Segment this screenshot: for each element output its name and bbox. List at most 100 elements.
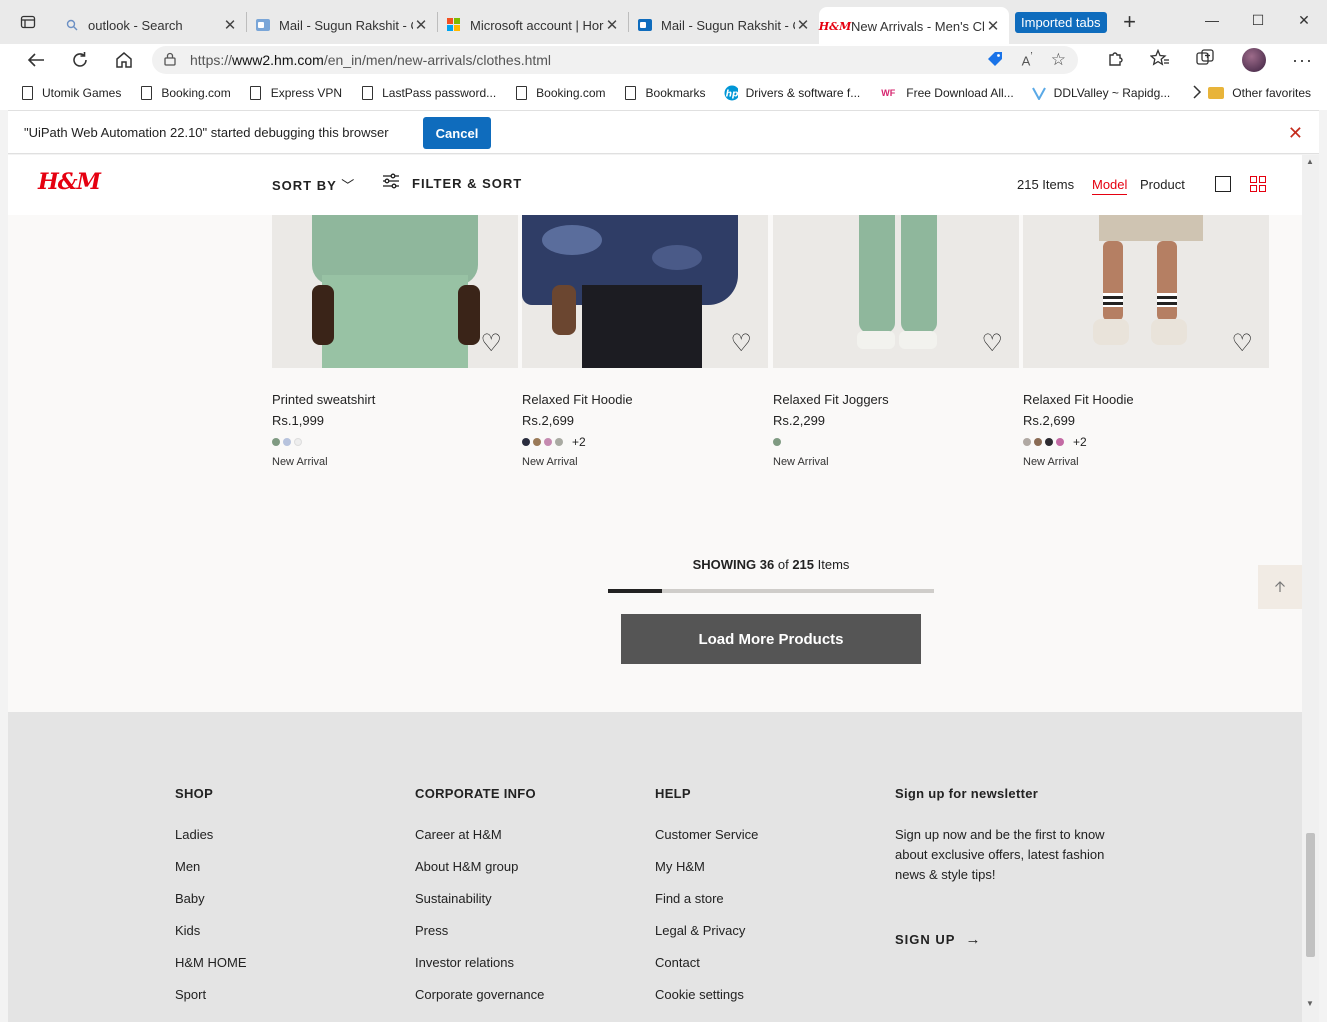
color-swatch[interactable] (773, 438, 781, 446)
profile-avatar[interactable] (1242, 48, 1267, 72)
product-image[interactable]: ♡ (522, 215, 768, 368)
color-swatch[interactable] (283, 438, 291, 446)
read-aloud-icon[interactable]: Aʼ (1022, 51, 1033, 68)
favorite-express-vpn[interactable]: Express VPN (249, 85, 342, 101)
more-menu-icon[interactable]: ··· (1292, 50, 1313, 71)
favorites-icon[interactable] (1149, 48, 1170, 72)
scroll-up-icon[interactable]: ▲ (1306, 157, 1314, 166)
footer-link[interactable]: Cookie settings (655, 987, 758, 1019)
favorite-ddlvalley[interactable]: DDLValley ~ Rapidg... (1031, 85, 1170, 101)
footer-link[interactable]: Investor relations (415, 955, 544, 987)
shopping-tag-icon[interactable] (986, 50, 1004, 71)
address-bar[interactable]: https://www2.hm.com/en_in/men/new-arriva… (152, 46, 1078, 74)
color-swatch[interactable] (522, 438, 530, 446)
tab-mail-1[interactable]: Mail - Sugun Rakshit - O ✕ (247, 8, 437, 42)
favorite-booking-1[interactable]: Booking.com (139, 85, 231, 101)
product-card[interactable]: ♡ Relaxed Fit Hoodie Rs.2,699 +2 New Arr… (522, 215, 768, 468)
product-card[interactable]: ♡ Relaxed Fit Hoodie Rs.2,699 +2 New Arr… (1023, 215, 1269, 468)
color-swatch[interactable] (294, 438, 302, 446)
product-name[interactable]: Printed sweatshirt (272, 392, 518, 407)
color-swatch[interactable] (533, 438, 541, 446)
scrollbar-thumb[interactable] (1306, 833, 1315, 957)
favorite-free-download[interactable]: WF Free Download All... (878, 85, 1013, 101)
close-icon[interactable]: ✕ (1288, 123, 1303, 144)
color-swatch[interactable] (544, 438, 552, 446)
color-swatch[interactable] (1045, 438, 1053, 446)
footer-link[interactable]: Corporate governance (415, 987, 544, 1019)
scroll-down-icon[interactable]: ▼ (1306, 999, 1314, 1008)
page-scrollbar[interactable]: ▲ ▼ (1302, 155, 1319, 1022)
url-text[interactable]: https://www2.hm.com/en_in/men/new-arriva… (190, 52, 986, 68)
view-model-toggle[interactable]: Model (1092, 177, 1128, 195)
footer-link[interactable]: Contact (655, 955, 758, 987)
favorite-hp-drivers[interactable]: hp Drivers & software f... (724, 85, 860, 101)
close-icon[interactable]: ✕ (795, 16, 811, 34)
color-swatch[interactable] (555, 438, 563, 446)
heart-icon[interactable]: ♡ (981, 332, 1003, 356)
refresh-button[interactable] (58, 44, 102, 76)
tab-mail-2[interactable]: Mail - Sugun Rakshit - O ✕ (629, 8, 819, 42)
product-image[interactable]: ♡ (1023, 215, 1269, 368)
footer-link[interactable]: About H&M group (415, 859, 544, 891)
footer-link[interactable]: H&M HOME (175, 955, 247, 987)
color-swatch[interactable] (1034, 438, 1042, 446)
product-card[interactable]: ♡ Printed sweatshirt Rs.1,999 New Arriva… (272, 215, 518, 468)
new-tab-button[interactable]: + (1115, 9, 1145, 35)
sort-by-button[interactable]: SORT BY ﹀ (272, 175, 355, 194)
back-button[interactable] (14, 44, 58, 76)
extensions-icon[interactable] (1106, 49, 1124, 72)
heart-icon[interactable]: ♡ (1231, 332, 1253, 356)
footer-link[interactable]: Sport (175, 987, 247, 1019)
footer-link[interactable]: Find a store (655, 891, 758, 923)
cancel-button[interactable]: Cancel (423, 117, 491, 149)
product-card[interactable]: ♡ Relaxed Fit Joggers Rs.2,299 New Arriv… (773, 215, 1019, 468)
close-icon[interactable]: ✕ (413, 16, 429, 34)
close-icon[interactable]: ✕ (222, 16, 238, 34)
color-swatch[interactable] (272, 438, 280, 446)
product-name[interactable]: Relaxed Fit Hoodie (1023, 392, 1269, 407)
close-icon[interactable]: ✕ (985, 17, 1001, 35)
heart-icon[interactable]: ♡ (480, 332, 502, 356)
product-image[interactable]: ♡ (272, 215, 518, 368)
footer-link[interactable]: Legal & Privacy (655, 923, 758, 955)
close-window-button[interactable]: ✕ (1281, 0, 1327, 40)
add-favorite-icon[interactable]: ☆ (1051, 50, 1066, 70)
load-more-button[interactable]: Load More Products (621, 614, 921, 664)
lock-icon[interactable] (164, 52, 190, 69)
back-to-top-button[interactable] (1258, 565, 1302, 609)
heart-icon[interactable]: ♡ (730, 332, 752, 356)
footer-link[interactable]: Men (175, 859, 247, 891)
tab-actions-button[interactable] (0, 0, 56, 44)
footer-link[interactable]: Ladies (175, 827, 247, 859)
sign-up-button[interactable]: SIGN UP → (895, 931, 1115, 948)
product-name[interactable]: Relaxed Fit Joggers (773, 392, 1019, 407)
home-button[interactable] (102, 44, 146, 76)
favorite-utomik[interactable]: Utomik Games (20, 85, 121, 101)
close-icon[interactable]: ✕ (604, 16, 620, 34)
single-grid-icon[interactable] (1215, 176, 1231, 192)
footer-link[interactable]: Baby (175, 891, 247, 923)
product-name[interactable]: Relaxed Fit Hoodie (522, 392, 768, 407)
color-swatch[interactable] (1056, 438, 1064, 446)
footer-link[interactable]: Career at H&M (415, 827, 544, 859)
other-favorites[interactable]: Other favorites (1208, 86, 1311, 100)
color-swatch[interactable] (1023, 438, 1031, 446)
favorite-bookmarks[interactable]: Bookmarks (624, 85, 706, 101)
collections-icon[interactable] (1196, 48, 1216, 72)
product-image[interactable]: ♡ (773, 215, 1019, 368)
footer-link[interactable]: My H&M (655, 859, 758, 891)
favorite-lastpass[interactable]: LastPass password... (360, 85, 496, 101)
tab-hm-new-arrivals[interactable]: H&M New Arrivals - Men's Cl ✕ (819, 7, 1009, 45)
hm-logo[interactable]: H&M (38, 169, 101, 195)
minimize-button[interactable]: — (1189, 0, 1235, 40)
footer-link[interactable]: Press (415, 923, 544, 955)
view-product-toggle[interactable]: Product (1140, 177, 1185, 192)
chevron-right-icon[interactable] (1192, 84, 1202, 102)
four-grid-icon[interactable] (1250, 176, 1266, 192)
footer-link[interactable]: Customer Service (655, 827, 758, 859)
favorite-booking-2[interactable]: Booking.com (514, 85, 606, 101)
filter-sort-button[interactable]: FILTER & SORT (382, 173, 522, 194)
maximize-button[interactable]: ☐ (1235, 0, 1281, 40)
footer-link[interactable]: Sustainability (415, 891, 544, 923)
tab-outlook-search[interactable]: outlook - Search ✕ (56, 8, 246, 42)
